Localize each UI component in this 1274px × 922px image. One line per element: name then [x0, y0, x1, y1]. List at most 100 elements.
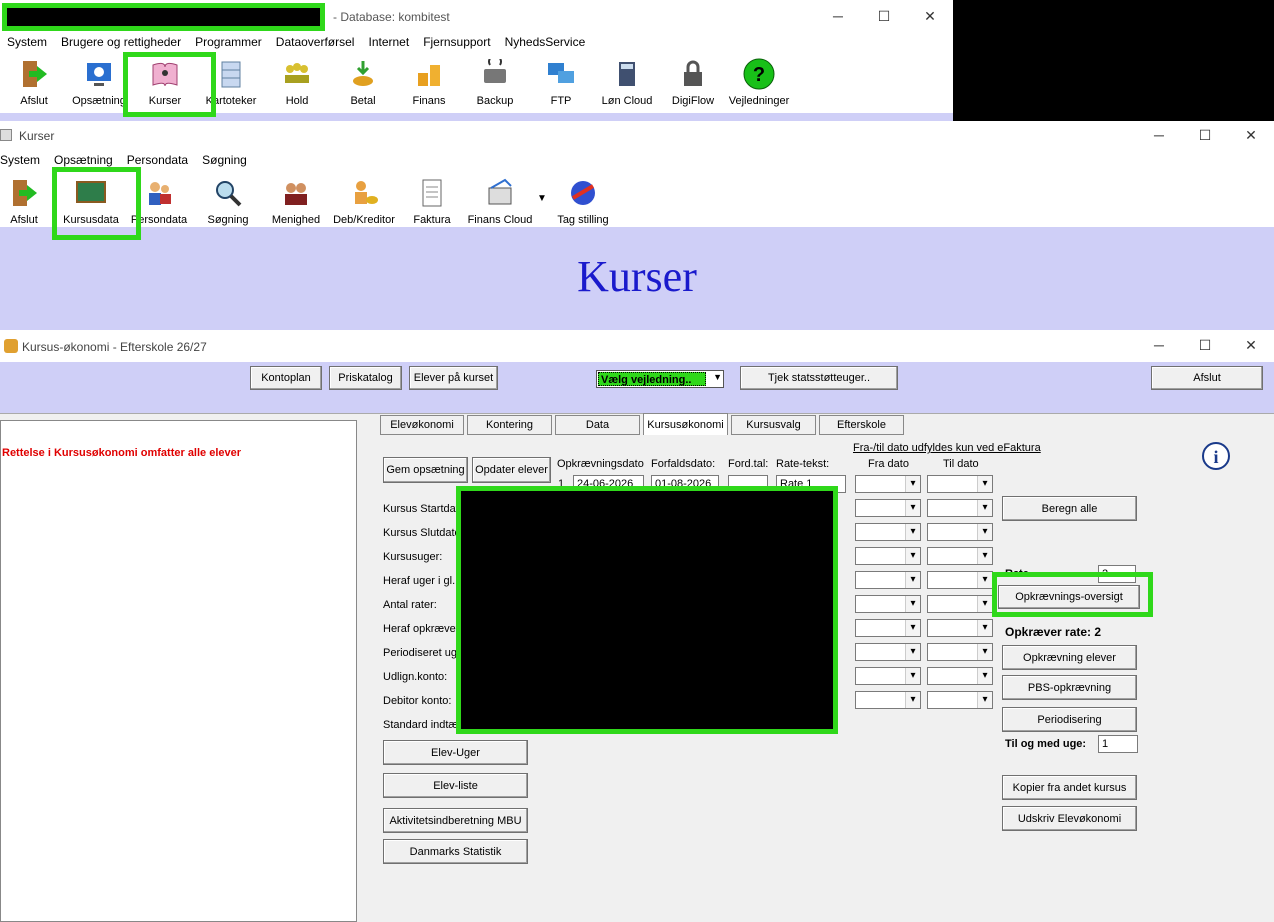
kopier-kursus-button[interactable]: Kopier fra andet kursus [1002, 775, 1137, 800]
fra-dato-select[interactable] [855, 619, 921, 637]
tool-soegning[interactable]: Søgning [195, 176, 261, 226]
tab-kursusokonomi[interactable]: Kursusøkonomi [643, 413, 728, 435]
tool-finans[interactable]: Finans [396, 57, 462, 107]
til-dato-select[interactable] [927, 475, 993, 493]
minimize-icon[interactable]: ─ [815, 6, 861, 26]
maximize-icon[interactable]: ☐ [1182, 335, 1228, 355]
ledger-icon [483, 176, 517, 210]
elev-uger-button[interactable]: Elev-Uger [383, 740, 528, 765]
fra-dato-select[interactable] [855, 595, 921, 613]
tool-hold[interactable]: Hold [264, 57, 330, 107]
info-icon[interactable]: i [1201, 442, 1231, 472]
fra-dato-select[interactable] [855, 475, 921, 493]
magnifier-icon [211, 176, 245, 210]
app-icon [4, 339, 18, 353]
calculator-icon [610, 57, 644, 91]
tool-betal[interactable]: Betal [330, 57, 396, 107]
menu-programmer[interactable]: Programmer [195, 35, 262, 49]
tool-lon-cloud[interactable]: Løn Cloud [594, 57, 660, 107]
highlight-kurser [123, 52, 216, 117]
tool-vejledninger[interactable]: ? Vejledninger [726, 57, 792, 107]
elever-paa-kurset-button[interactable]: Elever på kurset [409, 366, 498, 390]
maximize-icon[interactable]: ☐ [1182, 125, 1228, 145]
efaktura-note: Fra-/til dato udfyldes kun ved eFaktura [853, 442, 1041, 454]
close-icon[interactable]: ✕ [1228, 125, 1274, 145]
menu-persondata[interactable]: Persondata [127, 153, 188, 167]
menu-internet[interactable]: Internet [368, 35, 409, 49]
til-dato-select[interactable] [927, 595, 993, 613]
warning-text: Rettelse i Kursusøkonomi omfatter alle e… [2, 447, 242, 459]
fra-dato-select[interactable] [855, 643, 921, 661]
close-icon[interactable]: ✕ [1228, 335, 1274, 355]
til-og-med-uge-stepper[interactable]: 1 [1098, 735, 1138, 753]
tool-menighed[interactable]: Menighed [263, 176, 329, 226]
menu-dataoverforsel[interactable]: Dataoverførsel [276, 35, 355, 49]
tool-afslut[interactable]: Afslut [1, 57, 67, 107]
elev-liste-button[interactable]: Elev-liste [383, 773, 528, 798]
menu-nyhedsservice[interactable]: NyhedsService [505, 35, 586, 49]
udskriv-elevokonomi-button[interactable]: Udskriv Elevøkonomi [1002, 806, 1137, 831]
beregn-alle-button[interactable]: Beregn alle [1002, 496, 1137, 521]
tool-finans-cloud[interactable]: Finans Cloud [467, 176, 533, 226]
kursusuger-label: Kursusuger: [383, 551, 443, 563]
til-dato-select[interactable] [927, 643, 993, 661]
heraf-opkraevet-label: Heraf opkrævet [383, 623, 459, 635]
danmarks-statistik-button[interactable]: Danmarks Statistik [383, 839, 528, 864]
kursus-startdato-label: Kursus Startdato [383, 503, 465, 515]
network-icon [544, 57, 578, 91]
tab-kontering[interactable]: Kontering [467, 415, 552, 435]
close-icon[interactable]: ✕ [907, 6, 953, 26]
menu-system[interactable]: System [0, 153, 40, 167]
minimize-icon[interactable]: ─ [1136, 125, 1182, 145]
tab-elevokonomi[interactable]: Elevøkonomi [380, 415, 464, 435]
til-dato-select[interactable] [927, 547, 993, 565]
debitor-konto-label: Debitor konto: [383, 695, 452, 707]
til-dato-select[interactable] [927, 523, 993, 541]
tool-faktura[interactable]: Faktura [399, 176, 465, 226]
opkraevning-elever-button[interactable]: Opkrævning elever [1002, 645, 1137, 670]
pbs-opkraevning-button[interactable]: PBS-opkrævning [1002, 675, 1137, 700]
menu-opsaetning[interactable]: Opsætning [54, 153, 113, 167]
til-dato-select[interactable] [927, 571, 993, 589]
maximize-icon[interactable]: ☐ [861, 6, 907, 26]
til-dato-select[interactable] [927, 619, 993, 637]
vejledning-select[interactable]: Vælg vejledning.. ▼ [596, 370, 724, 388]
til-dato-select[interactable] [927, 499, 993, 517]
lock-icon [676, 57, 710, 91]
menu-system[interactable]: System [7, 35, 47, 49]
opdater-elever-button[interactable]: Opdater elever [472, 457, 551, 483]
drive-icon [478, 57, 512, 91]
aktivitetsindberetning-button[interactable]: Aktivitetsindberetning MBU [383, 808, 528, 833]
periodiseret-uger-label: Periodiseret uger [383, 647, 467, 659]
tool-digiflow[interactable]: DigiFlow [660, 57, 726, 107]
tab-kursusvalg[interactable]: Kursusvalg [731, 415, 816, 435]
fra-dato-select[interactable] [855, 667, 921, 685]
minimize-icon[interactable]: ─ [1136, 335, 1182, 355]
tool-deb-kreditor[interactable]: Deb/Kreditor [331, 176, 397, 226]
tab-data[interactable]: Data [555, 415, 640, 435]
fra-dato-select[interactable] [855, 691, 921, 709]
tjek-statsstotteuger-button[interactable]: Tjek statsstøtteuger.. [740, 366, 898, 390]
antal-rater-label: Antal rater: [383, 599, 437, 611]
fra-dato-select[interactable] [855, 571, 921, 589]
app-icon [0, 129, 12, 141]
tool-backup[interactable]: Backup [462, 57, 528, 107]
fra-dato-select[interactable] [855, 547, 921, 565]
menu-fjernsupport[interactable]: Fjernsupport [423, 35, 490, 49]
tab-efterskole[interactable]: Efterskole [819, 415, 904, 435]
periodisering-button[interactable]: Periodisering [1002, 707, 1137, 732]
gem-opsaetning-button[interactable]: Gem opsætning [383, 457, 468, 483]
afslut-button[interactable]: Afslut [1151, 366, 1263, 390]
tool-tag-stilling[interactable]: Tag stilling [550, 176, 616, 226]
til-dato-select[interactable] [927, 667, 993, 685]
fra-dato-select[interactable] [855, 523, 921, 541]
kontoplan-button[interactable]: Kontoplan [250, 366, 322, 390]
til-dato-select[interactable] [927, 691, 993, 709]
fra-dato-select[interactable] [855, 499, 921, 517]
tool-ftp[interactable]: FTP [528, 57, 594, 107]
menu-soegning[interactable]: Søgning [202, 153, 247, 167]
tool-afslut[interactable]: Afslut [0, 176, 57, 226]
menu-brugere[interactable]: Brugere og rettigheder [61, 35, 181, 49]
finans-cloud-dropdown-icon[interactable]: ▼ [537, 193, 547, 204]
priskatalog-button[interactable]: Priskatalog [329, 366, 402, 390]
